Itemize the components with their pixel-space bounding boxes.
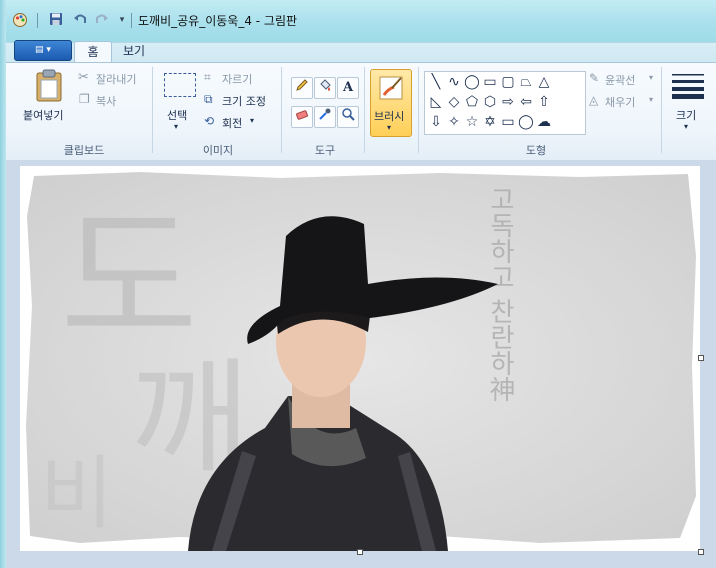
title-bar[interactable]: ▾ 도깨비_공유_이동욱_4 - 그림판: [6, 0, 716, 42]
five-point-star-shape-icon[interactable]: ☆: [463, 113, 481, 131]
group-separator: [152, 67, 153, 153]
calligraphy-char-1: 도: [60, 193, 198, 367]
calligraphy-char-3: 비: [40, 447, 114, 540]
diamond-shape-icon[interactable]: ◇: [445, 93, 463, 111]
drawing-canvas[interactable]: 도 깨 비 고독하고 찬란하神: [20, 166, 700, 551]
hexagon-shape-icon[interactable]: ⬡: [481, 93, 499, 111]
outline-icon: ✎: [589, 71, 600, 85]
brushes-dropdown-icon: ▾: [387, 123, 392, 132]
down-arrow-shape-icon[interactable]: ⇩: [427, 113, 445, 131]
ribbon: 붙여넣기 ✂ 잘라내기 ❐ 복사 클립보드 선택 ▾ ⌗ 자르기 ⧉ 크기 조정…: [6, 62, 716, 161]
group-separator: [661, 67, 662, 153]
resize-icon: ⧉: [204, 92, 213, 106]
canvas-image: 도 깨 비 고독하고 찬란하神: [20, 166, 700, 551]
rounded-callout-shape-icon[interactable]: ▭: [499, 113, 517, 131]
quick-access-separator-2: [131, 13, 132, 28]
line-shape-icon[interactable]: ╲: [427, 73, 445, 91]
group-separator: [281, 67, 282, 153]
app-menu-icon: ▤ ▾: [35, 45, 51, 55]
cut-button[interactable]: 잘라내기: [96, 71, 136, 87]
size-button[interactable]: 크기: [676, 107, 696, 123]
clipboard-group-label: 클립보드: [63, 144, 105, 157]
shape-gallery: ╲ ∿ ◯ ▭ ▢ ⏢ △ ◺ ◇ ⬠ ⬡ ⇨ ⇦ ⇧ ⇩ ✧ ☆ ✡ ▭ ◯ …: [424, 71, 586, 135]
size-icon[interactable]: [672, 73, 704, 99]
group-separator: [418, 67, 419, 153]
fill-bucket-icon[interactable]: [314, 77, 336, 99]
rectangle-shape-icon[interactable]: ▭: [481, 73, 499, 91]
customize-quick-access-icon[interactable]: ▾: [114, 12, 130, 28]
left-arrow-shape-icon[interactable]: ⇦: [517, 93, 535, 111]
tools-group-label: 도구: [314, 144, 336, 157]
six-point-star-shape-icon[interactable]: ✡: [481, 113, 499, 131]
shapes-group-label: 도형: [525, 144, 547, 157]
tab-home[interactable]: 홈: [74, 41, 112, 63]
fill-icon: ◬: [589, 93, 599, 107]
image-group-label: 이미지: [202, 144, 234, 157]
four-point-star-shape-icon[interactable]: ✧: [445, 113, 463, 131]
select-button[interactable]: 선택: [167, 107, 187, 123]
pencil-icon[interactable]: [291, 77, 313, 99]
undo-icon[interactable]: [72, 12, 88, 28]
rotate-button[interactable]: 회전: [222, 115, 242, 131]
outline-button[interactable]: 윤곽선: [605, 72, 635, 88]
canvas-resize-handle-bottom[interactable]: [357, 549, 363, 555]
save-icon[interactable]: [48, 12, 64, 28]
outline-dropdown-icon[interactable]: ▾: [649, 74, 653, 82]
color-picker-icon[interactable]: [314, 106, 336, 128]
curve-shape-icon[interactable]: ∿: [445, 73, 463, 91]
redo-icon[interactable]: [94, 12, 110, 28]
application-menu-button[interactable]: ▤ ▾: [14, 40, 72, 61]
vertical-text: 고독하고 찬란하神: [485, 186, 515, 402]
oval-shape-icon[interactable]: ◯: [463, 73, 481, 91]
copy-button[interactable]: 복사: [96, 93, 116, 109]
brushes-button[interactable]: 브러시 ▾: [370, 69, 412, 137]
window-title: 도깨비_공유_이동욱_4 - 그림판: [138, 14, 298, 28]
resize-button[interactable]: 크기 조정: [222, 93, 266, 109]
tab-view[interactable]: 보기: [114, 41, 154, 62]
rotate-dropdown-icon[interactable]: ▾: [250, 117, 254, 125]
right-triangle-shape-icon[interactable]: ◺: [427, 93, 445, 111]
paste-icon[interactable]: [32, 69, 66, 103]
crop-icon: ⌗: [204, 70, 211, 84]
fill-dropdown-icon[interactable]: ▾: [649, 96, 653, 104]
right-arrow-shape-icon[interactable]: ⇨: [499, 93, 517, 111]
ribbon-tab-row: [6, 42, 716, 63]
cloud-callout-shape-icon[interactable]: ☁: [535, 113, 553, 131]
pentagon-shape-icon[interactable]: ⬠: [463, 93, 481, 111]
size-dropdown-icon[interactable]: ▾: [684, 123, 688, 131]
crop-button[interactable]: 자르기: [222, 71, 252, 87]
rounded-rectangle-shape-icon[interactable]: ▢: [499, 73, 517, 91]
select-icon[interactable]: [164, 73, 196, 97]
canvas-resize-handle-right[interactable]: [698, 355, 704, 361]
magnifier-icon[interactable]: [337, 106, 359, 128]
paint-window: ▾ 도깨비_공유_이동욱_4 - 그림판 ▤ ▾ 홈 보기 붙여넣기 ✂ 잘라내…: [0, 0, 716, 568]
text-tool-icon[interactable]: A: [337, 77, 359, 99]
quick-access-separator: [37, 13, 38, 28]
up-arrow-shape-icon[interactable]: ⇧: [535, 93, 553, 111]
brush-icon: [376, 73, 406, 103]
brushes-label: 브러시: [374, 110, 405, 123]
fill-button[interactable]: 채우기: [605, 94, 635, 110]
paint-app-icon[interactable]: [12, 12, 28, 28]
group-separator: [364, 67, 365, 153]
polygon-shape-icon[interactable]: ⏢: [517, 73, 535, 91]
triangle-shape-icon[interactable]: △: [535, 73, 553, 91]
cut-icon: ✂: [78, 70, 89, 85]
eraser-icon[interactable]: [291, 106, 313, 128]
paste-button[interactable]: 붙여넣기: [23, 107, 63, 123]
rotate-icon: ⟲: [204, 114, 215, 128]
canvas-resize-handle-corner[interactable]: [698, 549, 704, 555]
copy-icon: ❐: [79, 92, 90, 106]
select-dropdown-icon[interactable]: ▾: [174, 123, 178, 131]
oval-callout-shape-icon[interactable]: ◯: [517, 113, 535, 131]
